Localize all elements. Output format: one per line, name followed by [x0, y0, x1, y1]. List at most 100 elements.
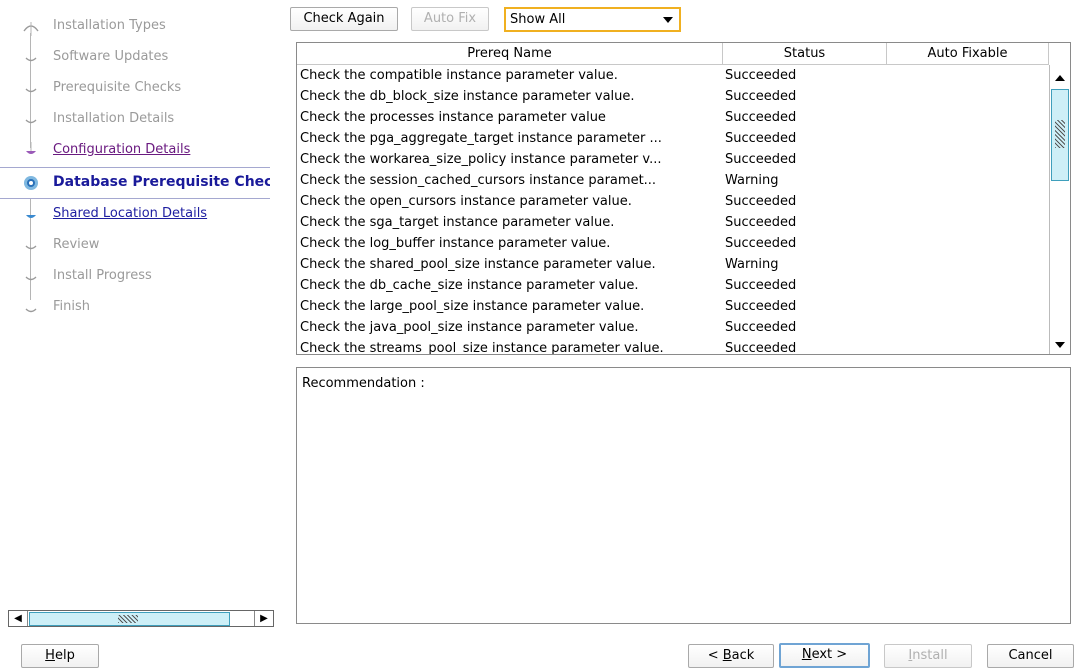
step-review: Review	[0, 229, 270, 260]
auto-fixable-cell	[890, 128, 1040, 149]
step-label: Installation Types	[53, 18, 166, 33]
auto-fixable-cell	[890, 191, 1040, 212]
help-label-rest: elp	[54, 648, 75, 663]
step-label: Database Prerequisite Checks	[53, 174, 270, 190]
step-label: Configuration Details	[53, 142, 191, 157]
step-label: Software Updates	[53, 49, 169, 64]
chevron-down-icon[interactable]	[663, 17, 673, 23]
step-label: Review	[53, 237, 100, 252]
table-row[interactable]: Check the pga_aggregate_target instance …	[297, 128, 1049, 149]
steps-horizontal-scrollbar[interactable]: ◀ ▶	[8, 610, 274, 627]
prereq-name-cell: Check the db_cache_size instance paramet…	[300, 278, 639, 293]
column-header-status[interactable]: Status	[723, 43, 887, 64]
back-button[interactable]: < Back	[688, 644, 774, 668]
scrollbar-thumb[interactable]	[1051, 89, 1069, 181]
auto-fix-button[interactable]: Auto Fix	[411, 7, 489, 31]
table-row[interactable]: Check the db_cache_size instance paramet…	[297, 275, 1049, 296]
scroll-down-icon[interactable]	[1050, 336, 1070, 354]
prereq-name-cell: Check the java_pool_size instance parame…	[300, 320, 639, 335]
table-row[interactable]: Check the workarea_size_policy instance …	[297, 149, 1049, 170]
back-label-rest: ack	[731, 648, 755, 663]
recommendation-panel: Recommendation :	[296, 367, 1071, 624]
column-header-prereq-name[interactable]: Prereq Name	[297, 43, 723, 64]
next-mnemonic: N	[801, 647, 812, 662]
status-cell: Succeeded	[725, 110, 797, 125]
step-installation-details: Installation Details	[0, 103, 270, 134]
table-row[interactable]: Check the db_block_size instance paramet…	[297, 86, 1049, 107]
scroll-up-icon[interactable]	[1050, 69, 1070, 87]
step-installation-types: Installation Types	[0, 10, 270, 41]
install-button[interactable]: Install	[884, 644, 972, 668]
next-button[interactable]: Next >	[779, 643, 870, 668]
status-cell: Warning	[725, 173, 779, 188]
auto-fixable-cell	[890, 296, 1040, 317]
status-cell: Succeeded	[725, 89, 797, 104]
step-label: Install Progress	[53, 268, 152, 283]
table-row[interactable]: Check the log_buffer instance parameter …	[297, 233, 1049, 254]
column-header-auto-fixable[interactable]: Auto Fixable	[887, 43, 1049, 64]
auto-fixable-cell	[890, 233, 1040, 254]
check-again-button[interactable]: Check Again	[290, 7, 398, 31]
auto-fixable-cell	[890, 317, 1040, 338]
table-header: Prereq Name Status Auto Fixable	[297, 43, 1049, 65]
cancel-button[interactable]: Cancel	[987, 644, 1074, 668]
step-label: Finish	[53, 299, 91, 314]
prereq-name-cell: Check the open_cursors instance paramete…	[300, 194, 632, 209]
next-label-rest: ext >	[811, 647, 848, 662]
scrollbar-thumb[interactable]	[29, 612, 230, 626]
table-row[interactable]: Check the open_cursors instance paramete…	[297, 191, 1049, 212]
grip-icon	[118, 615, 138, 623]
auto-fixable-cell	[890, 107, 1040, 128]
install-label-rest: nstall	[912, 648, 948, 663]
status-cell: Succeeded	[725, 299, 797, 314]
back-mnemonic: B	[722, 648, 732, 663]
filter-selected-value: Show All	[510, 12, 566, 27]
wizard-steps-panel: Installation Types Software Updates Prer…	[0, 0, 270, 360]
scroll-right-icon[interactable]: ▶	[254, 611, 273, 626]
scroll-left-icon[interactable]: ◀	[9, 611, 28, 626]
filter-dropdown[interactable]: Show All	[504, 7, 681, 32]
step-prerequisite-checks: Prerequisite Checks	[0, 72, 270, 103]
table-row[interactable]: Check the sga_target instance parameter …	[297, 212, 1049, 233]
step-software-updates: Software Updates	[0, 41, 270, 72]
table-row[interactable]: Check the processes instance parameter v…	[297, 107, 1049, 128]
step-pending-icon	[25, 88, 37, 93]
status-cell: Succeeded	[725, 131, 797, 146]
table-row[interactable]: Check the java_pool_size instance parame…	[297, 317, 1049, 338]
auto-fixable-cell	[890, 149, 1040, 170]
step-install-progress: Install Progress	[0, 260, 270, 291]
table-body: Check the compatible instance parameter …	[297, 65, 1049, 355]
table-row[interactable]: Check the shared_pool_size instance para…	[297, 254, 1049, 275]
auto-fixable-cell	[890, 254, 1040, 275]
prereq-name-cell: Check the processes instance parameter v…	[300, 110, 606, 125]
status-cell: Succeeded	[725, 194, 797, 209]
step-pending-icon	[25, 245, 37, 250]
step-label: Prerequisite Checks	[53, 80, 182, 95]
auto-fixable-cell	[890, 86, 1040, 107]
step-database-prerequisite-checks[interactable]: Database Prerequisite Checks	[0, 167, 270, 199]
help-button[interactable]: Help	[21, 644, 99, 668]
status-cell: Succeeded	[725, 320, 797, 335]
status-cell: Succeeded	[725, 152, 797, 167]
step-label: Installation Details	[53, 111, 175, 126]
step-label: Shared Location Details	[53, 206, 208, 221]
status-cell: Succeeded	[725, 68, 797, 83]
auto-fixable-cell	[890, 170, 1040, 191]
step-visited-icon	[26, 142, 36, 154]
status-cell: Succeeded	[725, 341, 797, 355]
prereq-name-cell: Check the log_buffer instance parameter …	[300, 236, 611, 251]
table-row[interactable]: Check the streams_pool_size instance par…	[297, 338, 1049, 355]
table-row[interactable]: Check the large_pool_size instance param…	[297, 296, 1049, 317]
table-row[interactable]: Check the session_cached_cursors instanc…	[297, 170, 1049, 191]
prereq-name-cell: Check the compatible instance parameter …	[300, 68, 618, 83]
step-link-icon	[26, 215, 36, 218]
step-end-icon	[25, 308, 37, 313]
step-shared-location-details[interactable]: Shared Location Details	[0, 198, 270, 229]
table-vertical-scrollbar[interactable]	[1049, 65, 1070, 354]
prereq-name-cell: Check the db_block_size instance paramet…	[300, 89, 635, 104]
step-finish: Finish	[0, 291, 270, 322]
status-cell: Succeeded	[725, 215, 797, 230]
step-configuration-details[interactable]: Configuration Details	[0, 134, 270, 165]
table-row[interactable]: Check the compatible instance parameter …	[297, 65, 1049, 86]
status-cell: Succeeded	[725, 278, 797, 293]
